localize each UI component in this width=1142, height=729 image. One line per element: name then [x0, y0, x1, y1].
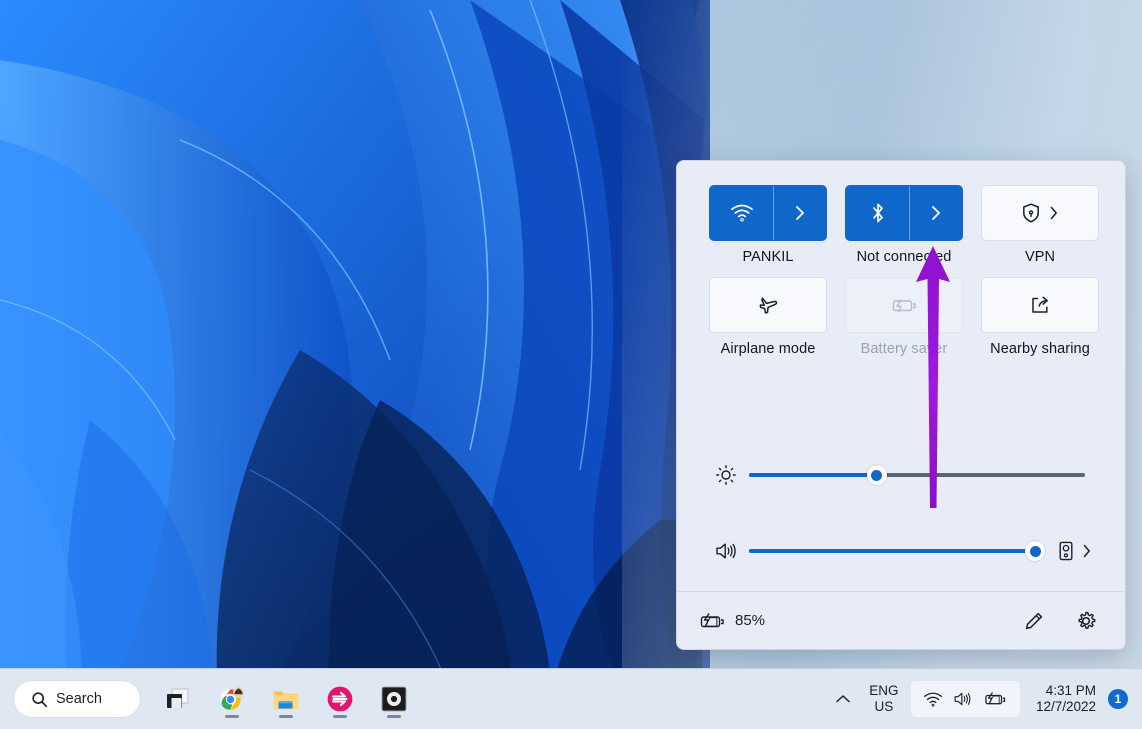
volume-slider-handle[interactable] [1025, 541, 1046, 561]
language-indicator[interactable]: ENG US [861, 683, 907, 715]
brightness-slider-row [709, 437, 1093, 513]
airplane-mode-toggle-button[interactable] [710, 278, 826, 332]
chevron-right-icon [1083, 544, 1090, 558]
volume-icon [716, 543, 736, 559]
wifi-tile-label: PANKIL [742, 249, 794, 265]
gear-icon [1078, 611, 1096, 629]
chevron-right-icon [796, 206, 804, 220]
quick-tile-battery-saver: Battery saver [845, 277, 963, 357]
brightness-slider[interactable] [749, 465, 1085, 485]
vpn-tile[interactable] [981, 185, 1099, 241]
wifi-toggle-button[interactable] [710, 186, 773, 240]
volume-icon-wrap [709, 540, 743, 562]
search-label: Search [56, 691, 102, 707]
volume-slider-row [709, 513, 1093, 589]
search-box[interactable]: Search [14, 681, 140, 717]
speaker-select-icon [1059, 541, 1073, 561]
app-running-indicator [225, 715, 239, 718]
open-settings-button[interactable] [1069, 604, 1103, 638]
language-line-1: ENG [869, 683, 899, 699]
wifi-icon [923, 692, 942, 707]
bluetooth-expand-button[interactable] [909, 186, 962, 240]
pink-app-icon [327, 686, 353, 712]
chevron-right-icon [932, 206, 940, 220]
quick-settings-footer: 85% [677, 591, 1125, 649]
language-line-2: US [874, 699, 894, 714]
volume-slider[interactable] [749, 541, 1046, 561]
nearby-sharing-icon [1032, 296, 1048, 313]
volume-icon [954, 692, 971, 706]
quick-settings-sliders [677, 437, 1125, 589]
chevron-up-icon [836, 695, 850, 703]
file-explorer-icon [273, 691, 299, 710]
taskbar-app-file-explorer[interactable] [264, 677, 308, 721]
taskbar-app-dark-app[interactable] [372, 677, 416, 721]
airplane-mode-tile-label: Airplane mode [720, 341, 816, 357]
dark-app-icon [381, 686, 407, 712]
nearby-sharing-toggle-button[interactable] [982, 278, 1098, 332]
vpn-shield-icon [1023, 203, 1039, 223]
app-running-indicator [333, 715, 347, 718]
nearby-sharing-tile-label: Nearby sharing [990, 341, 1090, 357]
quick-settings-tile-grid: PANKIL Not connected VPN Airplane mode B… [677, 161, 1125, 357]
quick-tile-airplane-mode: Airplane mode [709, 277, 827, 357]
task-view-icon [167, 688, 189, 708]
battery-charging-icon [700, 612, 724, 627]
taskbar-app-google-chrome[interactable] [210, 677, 254, 721]
airplane-icon [759, 297, 778, 314]
taskbar-app-pink-app[interactable] [318, 677, 362, 721]
quick-settings-tray-button[interactable] [910, 681, 1020, 717]
battery-saver-icon [892, 299, 916, 313]
quick-tile-nearby-sharing: Nearby sharing [981, 277, 1099, 357]
brightness-icon-wrap [709, 464, 743, 486]
quick-tile-wifi: PANKIL [709, 185, 827, 265]
battery-status[interactable]: 85% [697, 611, 765, 631]
clock-date: 12/7/2022 [1035, 699, 1096, 714]
app-running-indicator [279, 715, 293, 718]
bluetooth-icon [872, 203, 883, 223]
quick-settings-flyout: PANKIL Not connected VPN Airplane mode B… [676, 160, 1126, 650]
edit-quick-settings-button[interactable] [1017, 604, 1051, 638]
battery-saver-tile [845, 277, 963, 333]
airplane-mode-tile[interactable] [709, 277, 827, 333]
desktop-screen: PANKIL Not connected VPN Airplane mode B… [0, 0, 1142, 729]
volume-slider-fill [749, 549, 1036, 553]
taskbar-app-list [156, 677, 416, 721]
edit-pencil-icon [1025, 612, 1043, 629]
quick-settings-footer-actions [1017, 604, 1103, 638]
quick-tile-vpn: VPN [981, 185, 1099, 265]
taskbar: Search ENG US 4:31 PM 12/7/2022 1 [0, 668, 1142, 729]
bluetooth-toggle-button[interactable] [846, 186, 909, 240]
quick-tile-bluetooth: Not connected [845, 185, 963, 265]
chevron-right-icon [1050, 206, 1057, 220]
google-chrome-icon [220, 687, 244, 710]
battery-percent-label: 85% [735, 612, 766, 629]
nearby-sharing-tile[interactable] [981, 277, 1099, 333]
system-tray: ENG US 4:31 PM 12/7/2022 1 [825, 669, 1142, 729]
brightness-icon [716, 465, 736, 485]
wifi-expand-button[interactable] [773, 186, 826, 240]
app-running-indicator [387, 715, 401, 718]
bluetooth-tile-label: Not connected [856, 249, 952, 265]
notification-badge[interactable]: 1 [1108, 689, 1128, 709]
audio-output-selector[interactable] [1049, 539, 1093, 563]
bluetooth-tile[interactable] [845, 185, 963, 241]
taskbar-app-task-view[interactable] [156, 677, 200, 721]
battery-saver-toggle-button [846, 278, 962, 332]
battery-charging-icon [985, 692, 1006, 705]
search-icon [32, 691, 48, 707]
brightness-slider-handle[interactable] [866, 465, 887, 485]
tray-overflow-button[interactable] [825, 692, 861, 706]
battery-saver-tile-label: Battery saver [860, 341, 948, 357]
clock-time: 4:31 PM [1045, 683, 1096, 699]
brightness-slider-fill [749, 473, 877, 477]
wifi-icon [730, 204, 753, 222]
clock[interactable]: 4:31 PM 12/7/2022 [1024, 683, 1108, 715]
vpn-tile-label: VPN [1024, 249, 1056, 265]
wifi-tile[interactable] [709, 185, 827, 241]
